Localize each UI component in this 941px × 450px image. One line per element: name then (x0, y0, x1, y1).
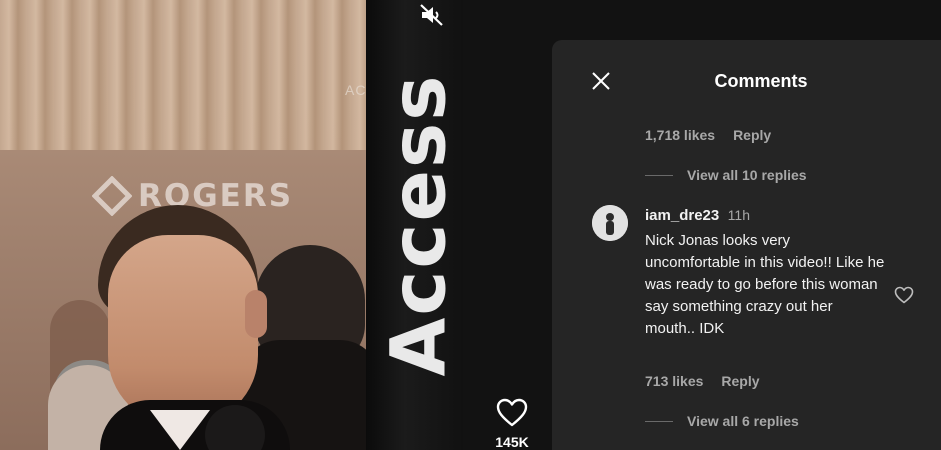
reply-button[interactable]: Reply (733, 127, 771, 143)
view-replies-button[interactable]: View all 6 replies (645, 413, 799, 429)
main-subject-face (108, 235, 258, 425)
comment-meta-row: 713 likes Reply (645, 373, 760, 389)
avatar[interactable] (592, 205, 628, 241)
view-replies-label: View all 10 replies (687, 167, 807, 183)
video-player[interactable]: ROGERS ACCE Access (0, 0, 463, 450)
reel-viewer: ROGERS ACCE Access 145K Comments (0, 0, 941, 450)
speaker-muted-icon[interactable] (419, 3, 445, 27)
user-silhouette-icon (592, 205, 628, 241)
comment-timestamp: 11h (727, 207, 750, 223)
access-sign-text: Access (373, 73, 463, 377)
panel-title: Comments (714, 71, 808, 91)
reply-button[interactable]: Reply (721, 373, 759, 389)
comment-header: iam_dre23 11h (645, 207, 750, 225)
comment-like-count: 713 likes (645, 373, 704, 389)
heart-outline-icon[interactable] (496, 398, 528, 428)
comments-panel: Comments 1,718 likes Reply View all 10 r… (552, 40, 941, 450)
comment-text: Nick Jonas looks very uncomfortable in t… (645, 232, 885, 337)
heart-outline-icon[interactable] (894, 286, 914, 304)
replies-divider (645, 420, 673, 422)
comment-like-count: 1,718 likes (645, 127, 716, 143)
like-count: 145K (495, 434, 529, 450)
comment-meta-row: 1,718 likes Reply (645, 127, 771, 143)
view-replies-label: View all 6 replies (687, 413, 799, 429)
replies-divider (645, 174, 673, 176)
comment-username[interactable]: iam_dre23 (645, 207, 719, 224)
view-replies-button[interactable]: View all 10 replies (645, 167, 807, 183)
main-subject-ear (245, 290, 267, 338)
rogers-logo-mark (92, 176, 132, 216)
